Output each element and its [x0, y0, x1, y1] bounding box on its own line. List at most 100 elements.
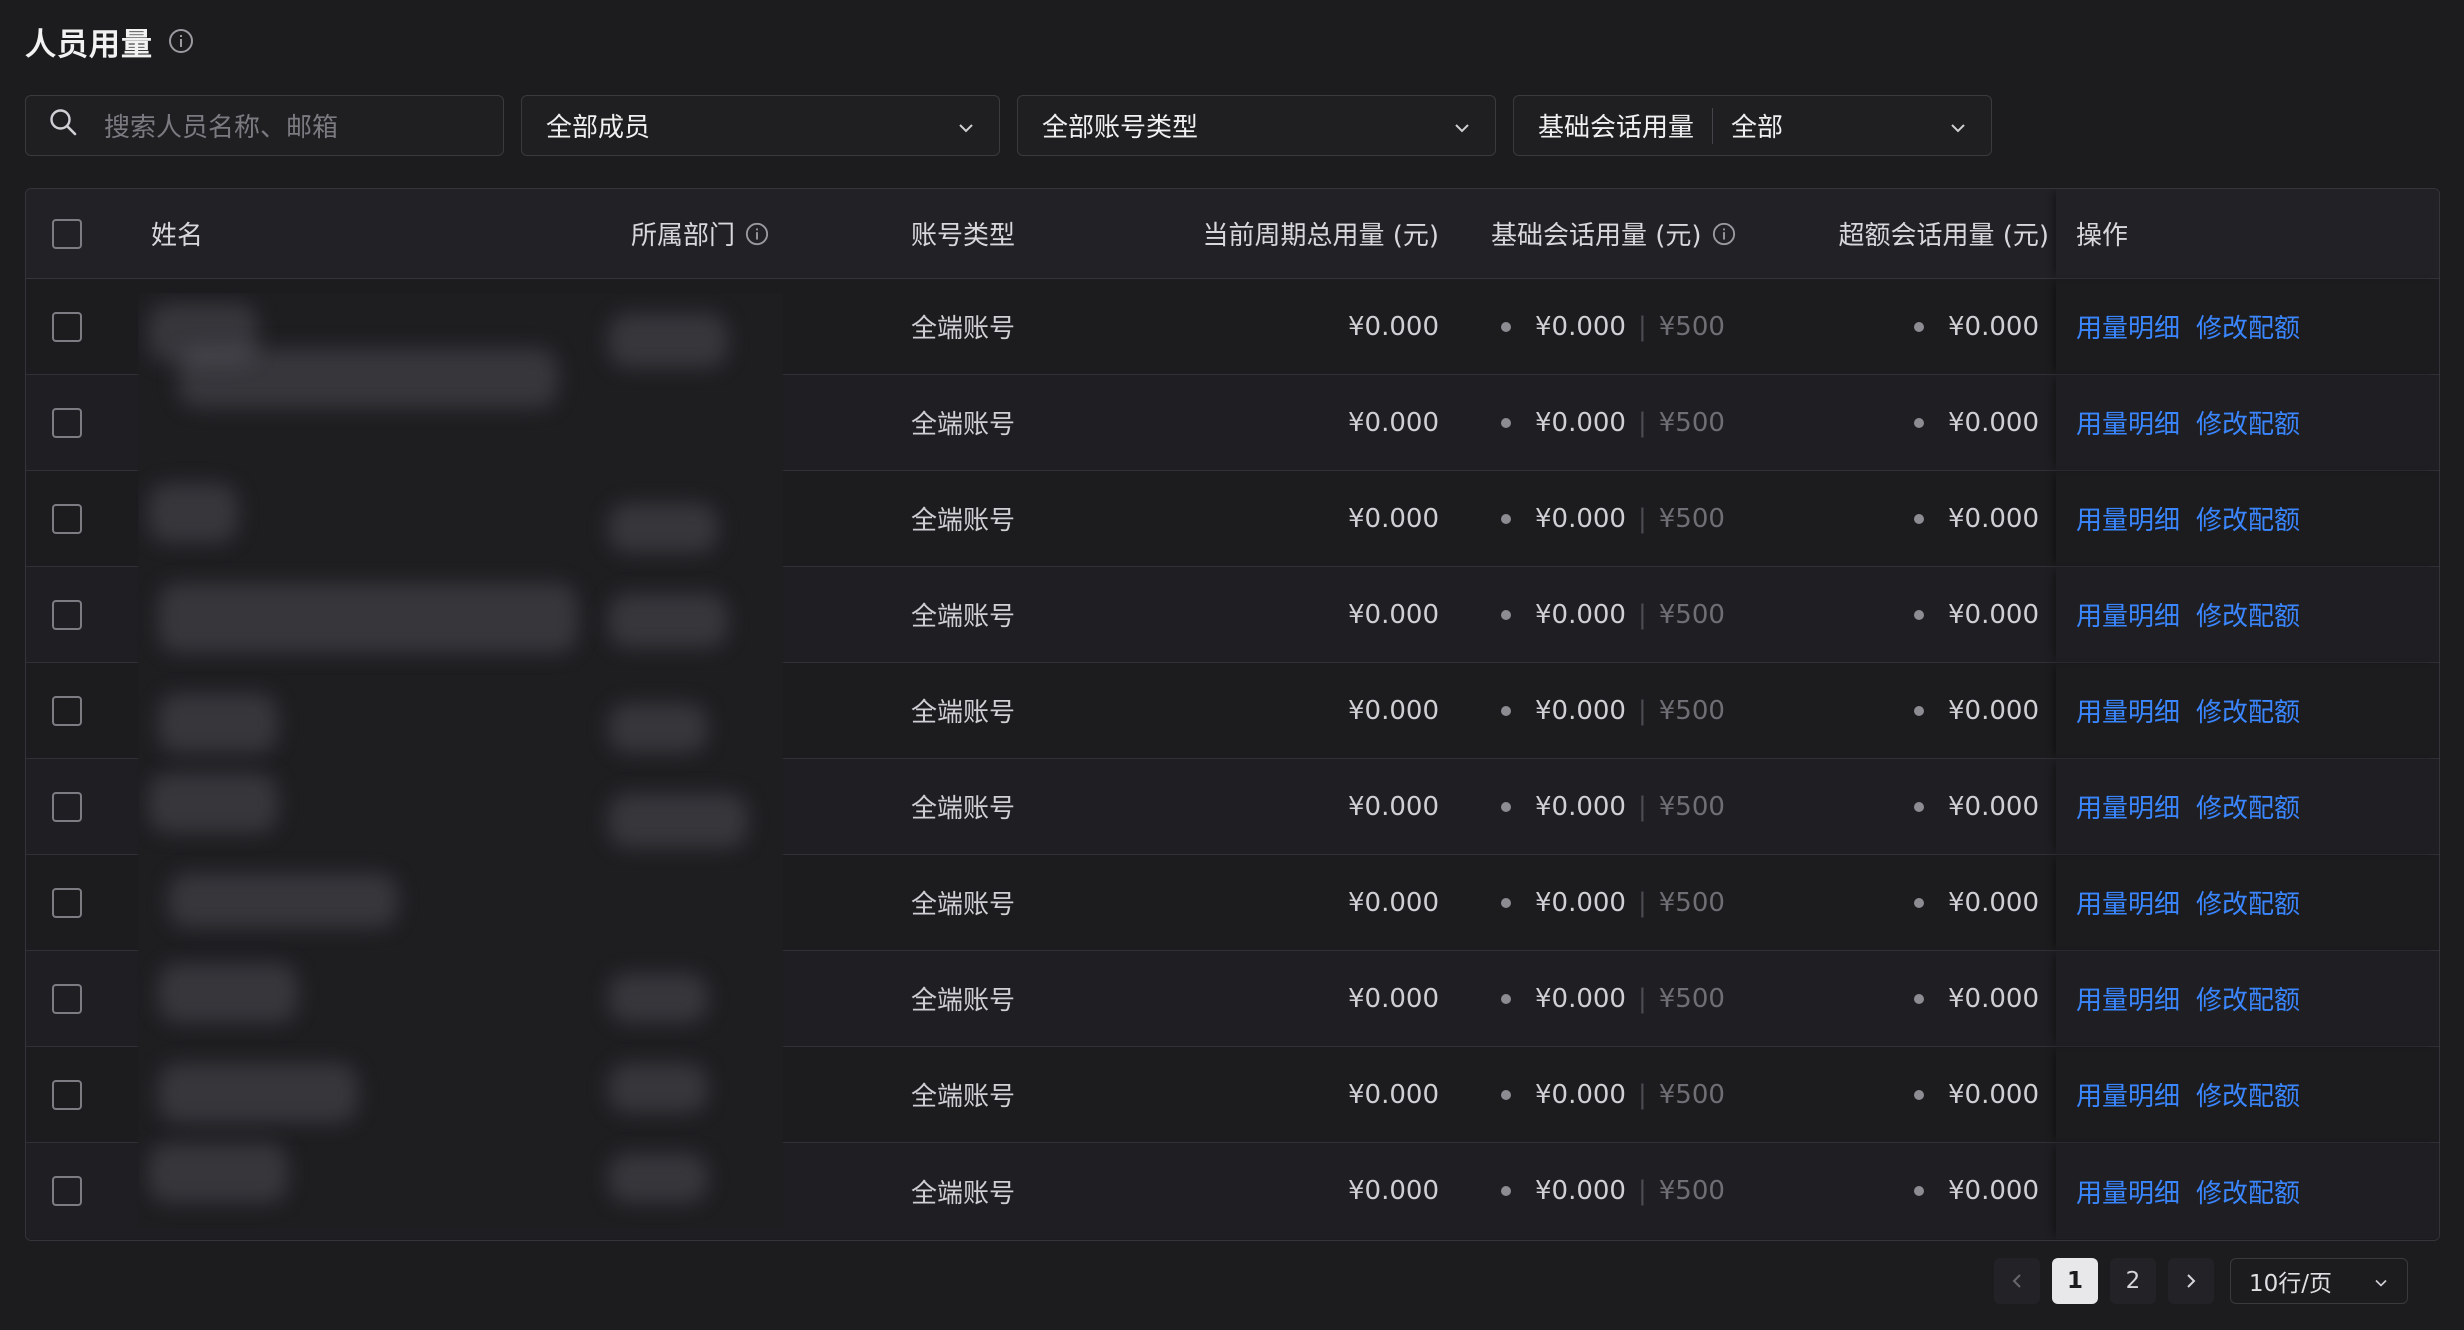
page-size-value: 10行/页: [2249, 1271, 2333, 1297]
cell-base-usage: ¥0.000 | ¥500: [1501, 663, 1801, 758]
usage-detail-link[interactable]: 用量明细: [2076, 980, 2180, 1017]
status-dot: [1914, 609, 1925, 620]
account-type-select-value: 全部账号类型: [1042, 113, 1199, 143]
row-checkbox[interactable]: [52, 503, 82, 534]
select-all-checkbox[interactable]: [52, 218, 82, 249]
divider: |: [1637, 599, 1647, 630]
row-checkbox[interactable]: [52, 1176, 82, 1206]
edit-quota-link[interactable]: 修改配额: [2196, 1076, 2300, 1113]
redacted-names: [138, 293, 783, 1228]
chevron-down-icon: [1949, 111, 1967, 141]
col-total: 当前周期总用量 (元): [1202, 221, 1439, 251]
base-usage-quota: ¥500: [1658, 599, 1725, 630]
row-checkbox-cell: [52, 375, 82, 470]
usage-detail-link[interactable]: 用量明细: [2076, 692, 2180, 729]
edit-quota-link[interactable]: 修改配额: [2196, 884, 2300, 921]
cell-base-usage: ¥0.000 | ¥500: [1501, 567, 1801, 662]
cell-ops: 用量明细 修改配额: [2056, 855, 2439, 950]
prev-page-button[interactable]: [1994, 1258, 2040, 1304]
usage-detail-link[interactable]: 用量明细: [2076, 404, 2180, 441]
base-usage-quota: ¥500: [1658, 983, 1725, 1014]
base-usage-value: ¥0.000: [1535, 599, 1626, 630]
cell-ops: 用量明细 修改配额: [2056, 1143, 2439, 1239]
extra-usage-value: ¥0.000: [1948, 311, 2039, 342]
cell-ops: 用量明细 修改配额: [2056, 279, 2439, 374]
row-checkbox[interactable]: [52, 311, 82, 342]
row-checkbox-cell: [52, 663, 82, 758]
row-checkbox[interactable]: [52, 1079, 82, 1110]
base-usage-value: ¥0.000: [1535, 887, 1626, 918]
usage-detail-link[interactable]: 用量明细: [2076, 788, 2180, 825]
extra-usage-value: ¥0.000: [1948, 791, 2039, 822]
info-icon[interactable]: [745, 222, 769, 246]
col-extra: 超额会话用量 (元): [1838, 221, 2049, 251]
base-usage-value: ¥0.000: [1535, 1079, 1626, 1110]
cell-account-type: 全端账号: [911, 602, 1016, 632]
row-checkbox[interactable]: [52, 791, 82, 822]
cell-base-usage: ¥0.000 | ¥500: [1501, 759, 1801, 854]
col-dept: 所属部门: [631, 189, 769, 278]
row-checkbox[interactable]: [52, 695, 82, 726]
usage-detail-link[interactable]: 用量明细: [2076, 596, 2180, 633]
row-checkbox-cell: [52, 1143, 82, 1239]
members-select-value: 全部成员: [546, 113, 651, 143]
info-icon[interactable]: [167, 27, 195, 55]
row-checkbox[interactable]: [52, 407, 82, 438]
cell-base-usage: ¥0.000 | ¥500: [1501, 855, 1801, 950]
chevron-down-icon: [1453, 111, 1471, 141]
status-dot: [1501, 801, 1511, 812]
status-dot: [1914, 321, 1925, 332]
status-dot: [1501, 897, 1511, 908]
base-usage-quota: ¥500: [1658, 695, 1725, 726]
cell-total-usage: ¥0.000: [1348, 983, 1439, 1014]
status-dot: [1914, 513, 1925, 524]
edit-quota-link[interactable]: 修改配额: [2196, 308, 2300, 345]
extra-usage-value: ¥0.000: [1948, 407, 2039, 438]
row-checkbox[interactable]: [52, 983, 82, 1014]
row-checkbox[interactable]: [52, 887, 82, 918]
page-1-button[interactable]: 1: [2052, 1258, 2098, 1304]
page-size-select[interactable]: 10行/页: [2230, 1258, 2408, 1304]
page-header: 人员用量: [25, 18, 195, 64]
cell-ops: 用量明细 修改配额: [2056, 759, 2439, 854]
divider: |: [1637, 1176, 1647, 1206]
base-usage-quota: ¥500: [1658, 311, 1725, 342]
edit-quota-link[interactable]: 修改配额: [2196, 980, 2300, 1017]
next-page-button[interactable]: [2168, 1258, 2214, 1304]
search-placeholder: 搜索人员名称、邮箱: [104, 113, 339, 143]
account-type-select[interactable]: 全部账号类型: [1017, 95, 1496, 156]
usage-detail-link[interactable]: 用量明细: [2076, 308, 2180, 345]
cell-account-type: 全端账号: [911, 890, 1016, 920]
cell-extra-usage: ¥0.000: [1779, 855, 2039, 950]
edit-quota-link[interactable]: 修改配额: [2196, 692, 2300, 729]
cell-total-usage: ¥0.000: [1348, 1079, 1439, 1110]
cell-total-usage: ¥0.000: [1348, 311, 1439, 342]
base-usage-quota: ¥500: [1658, 407, 1725, 438]
cell-total-usage: ¥0.000: [1348, 695, 1439, 726]
info-icon[interactable]: [1712, 222, 1736, 246]
usage-detail-link[interactable]: 用量明细: [2076, 1076, 2180, 1113]
edit-quota-link[interactable]: 修改配额: [2196, 596, 2300, 633]
search-input[interactable]: 搜索人员名称、邮箱: [25, 95, 504, 156]
cell-total-usage: ¥0.000: [1348, 791, 1439, 822]
row-checkbox[interactable]: [52, 599, 82, 630]
members-select[interactable]: 全部成员: [521, 95, 1000, 156]
edit-quota-link[interactable]: 修改配额: [2196, 1173, 2300, 1210]
edit-quota-link[interactable]: 修改配额: [2196, 404, 2300, 441]
col-dept-label: 所属部门: [631, 221, 736, 251]
cell-extra-usage: ¥0.000: [1779, 1143, 2039, 1239]
base-usage-value: ¥0.000: [1535, 695, 1626, 726]
usage-detail-link[interactable]: 用量明细: [2076, 1173, 2180, 1210]
base-usage-value: 全部: [1731, 113, 1784, 143]
status-dot: [1501, 1089, 1511, 1100]
cell-ops: 用量明细 修改配额: [2056, 471, 2439, 566]
page-2-button[interactable]: 2: [2110, 1258, 2156, 1304]
base-usage-value: ¥0.000: [1535, 1176, 1626, 1206]
col-ops-label: 操作: [2076, 221, 2129, 251]
usage-detail-link[interactable]: 用量明细: [2076, 500, 2180, 537]
edit-quota-link[interactable]: 修改配额: [2196, 788, 2300, 825]
usage-detail-link[interactable]: 用量明细: [2076, 884, 2180, 921]
edit-quota-link[interactable]: 修改配额: [2196, 500, 2300, 537]
base-usage-select[interactable]: 基础会话用量 全部: [1513, 95, 1992, 156]
extra-usage-value: ¥0.000: [1948, 503, 2039, 534]
